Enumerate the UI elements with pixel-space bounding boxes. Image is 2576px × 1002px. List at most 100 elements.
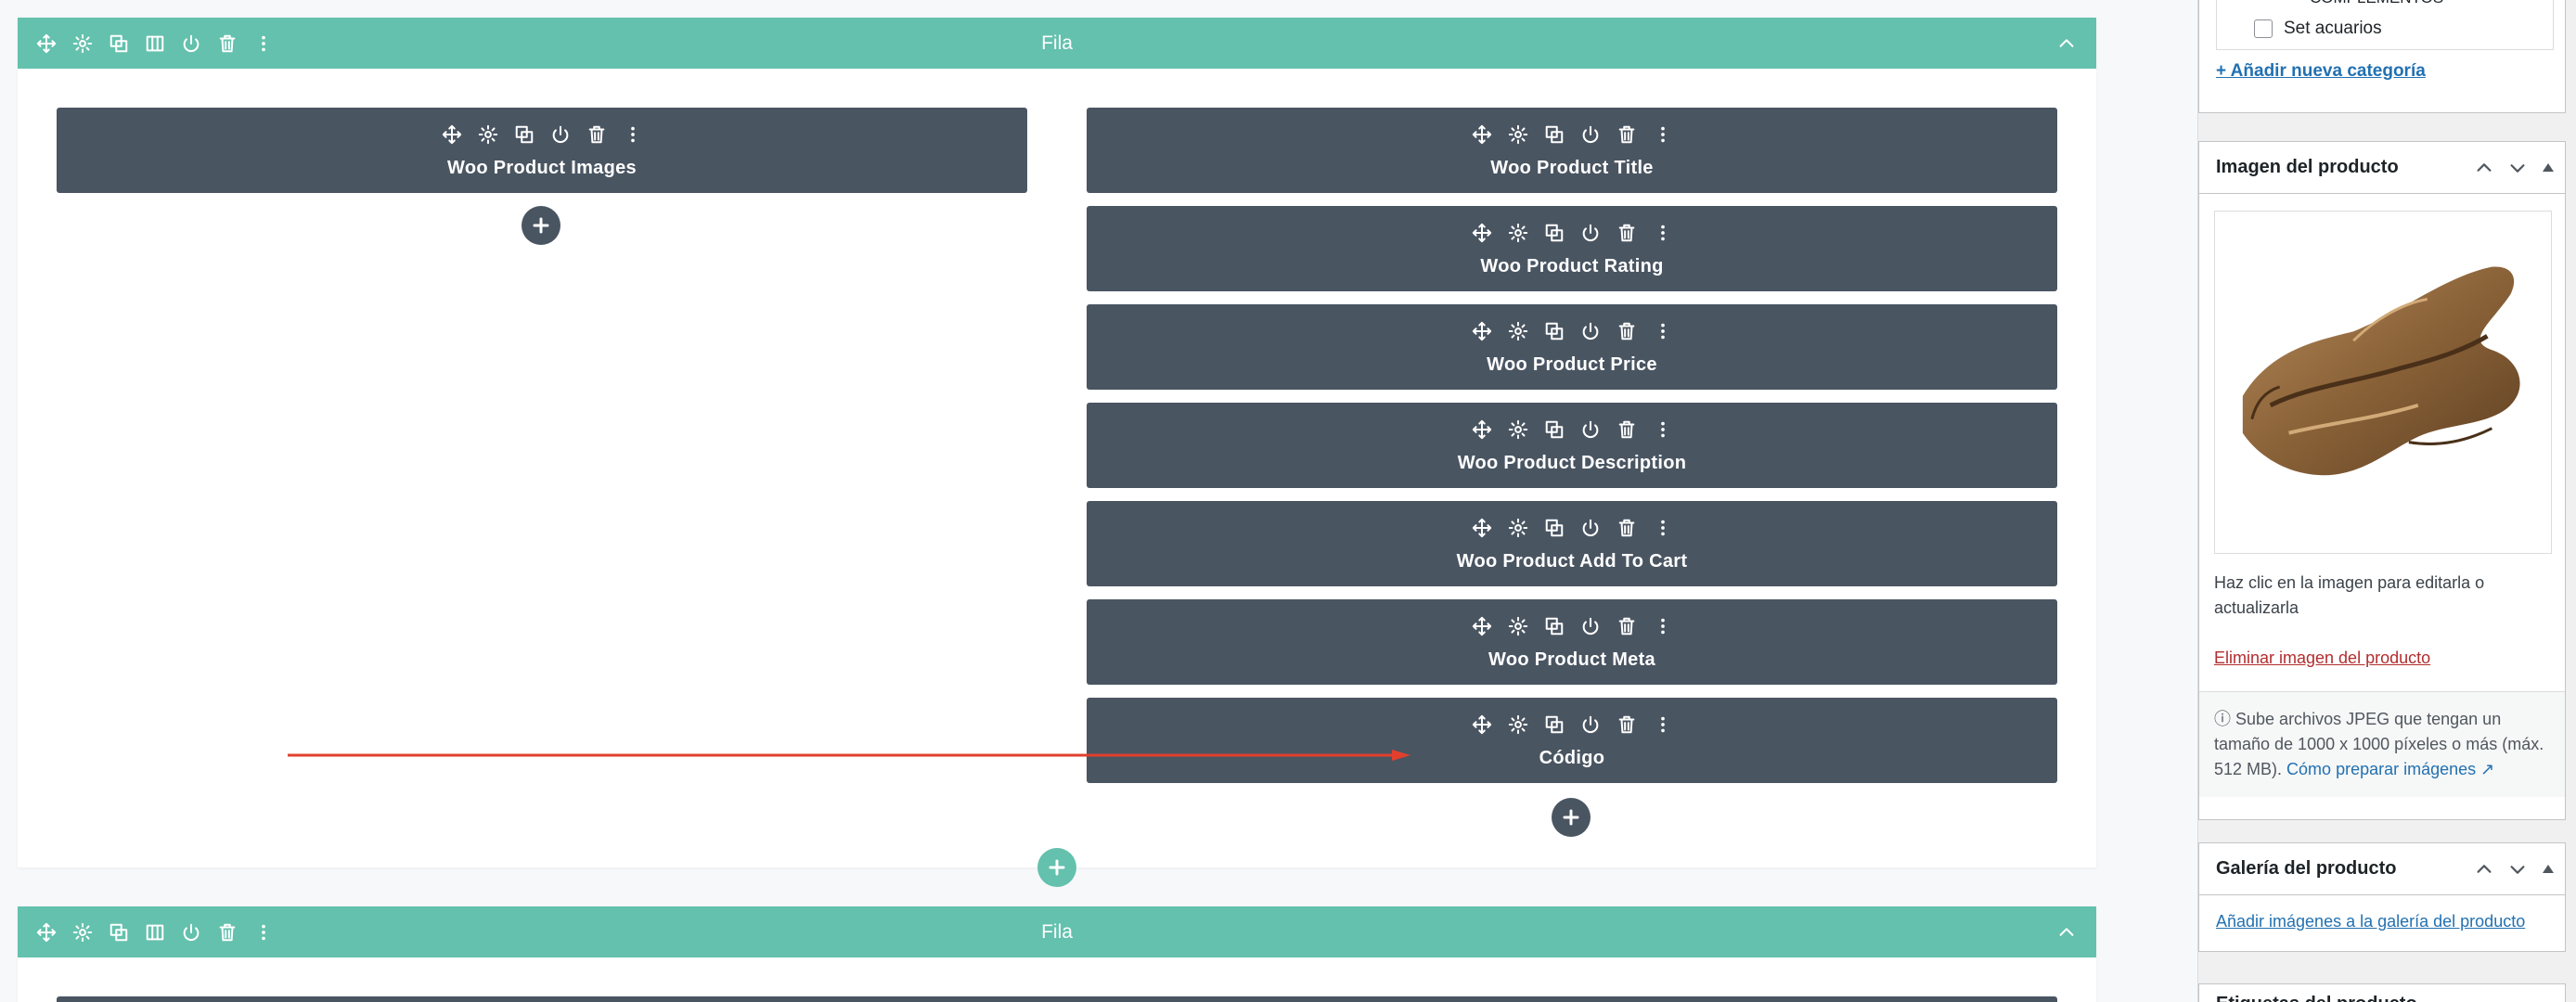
row-2-header[interactable]: Fila bbox=[18, 906, 2096, 957]
columns-icon[interactable] bbox=[143, 32, 166, 55]
more-icon[interactable] bbox=[1651, 713, 1674, 736]
category-checkbox[interactable] bbox=[2254, 19, 2273, 38]
row-1-header[interactable]: Fila bbox=[18, 18, 2096, 69]
module-woo-product-images[interactable]: Woo Product Images bbox=[57, 108, 1027, 193]
tags-title: Etiquetas del producto bbox=[2216, 994, 2417, 1002]
product-image[interactable] bbox=[2214, 211, 2552, 554]
duplicate-icon[interactable] bbox=[107, 920, 130, 944]
power-icon[interactable] bbox=[1578, 614, 1602, 637]
module-woo-product-meta[interactable]: Woo Product Meta bbox=[1087, 599, 2057, 685]
gallery-box: Galería del producto Añadir imágenes a l… bbox=[2198, 842, 2566, 952]
duplicate-icon[interactable] bbox=[1542, 614, 1565, 637]
duplicate-icon[interactable] bbox=[1542, 713, 1565, 736]
gear-icon[interactable] bbox=[1506, 418, 1529, 441]
category-item-set-acuarios[interactable]: Set acuarios bbox=[2254, 19, 2382, 39]
trash-icon[interactable] bbox=[1615, 614, 1638, 637]
module-woo-product-description[interactable]: Woo Product Description bbox=[1087, 403, 2057, 488]
module-woo-product-price[interactable]: Woo Product Price bbox=[1087, 304, 2057, 390]
more-icon[interactable] bbox=[1651, 418, 1674, 441]
power-icon[interactable] bbox=[548, 122, 572, 146]
module-toolbar bbox=[57, 122, 1027, 146]
chevron-down-icon[interactable] bbox=[2507, 158, 2528, 178]
collapse-row-button[interactable] bbox=[2054, 906, 2078, 957]
move-icon[interactable] bbox=[34, 920, 58, 944]
module-c-digo[interactable]: Código bbox=[1087, 698, 2057, 783]
move-icon[interactable] bbox=[1470, 418, 1493, 441]
more-icon[interactable] bbox=[1651, 614, 1674, 637]
add-category-link[interactable]: + Añadir nueva categoría bbox=[2216, 61, 2426, 82]
more-icon[interactable] bbox=[1651, 221, 1674, 244]
move-icon[interactable] bbox=[1470, 713, 1493, 736]
trash-icon[interactable] bbox=[215, 32, 238, 55]
duplicate-icon[interactable] bbox=[107, 32, 130, 55]
move-icon[interactable] bbox=[1470, 516, 1493, 539]
power-icon[interactable] bbox=[1578, 418, 1602, 441]
power-icon[interactable] bbox=[179, 32, 202, 55]
trash-icon[interactable] bbox=[1615, 221, 1638, 244]
module-title: Woo Product Meta bbox=[1488, 649, 1655, 670]
trash-icon[interactable] bbox=[1615, 516, 1638, 539]
module-woo-product-title[interactable]: Woo Product Title bbox=[1087, 108, 2057, 193]
duplicate-icon[interactable] bbox=[1542, 319, 1565, 342]
gear-icon[interactable] bbox=[1506, 122, 1529, 146]
add-module-button[interactable] bbox=[1552, 798, 1591, 837]
remove-product-image-link[interactable]: Eliminar imagen del producto bbox=[2214, 649, 2430, 668]
module-woo-product-add-to-cart[interactable]: Woo Product Add To Cart bbox=[1087, 501, 2057, 586]
sidebar: COMPLEMENTOS Set acuarios + Añadir nueva… bbox=[2197, 0, 2576, 1002]
power-icon[interactable] bbox=[1578, 516, 1602, 539]
module-partial[interactable] bbox=[57, 996, 2057, 1002]
prepare-images-link[interactable]: Cómo preparar imágenes bbox=[2286, 760, 2476, 778]
gear-icon[interactable] bbox=[71, 920, 94, 944]
move-icon[interactable] bbox=[1470, 221, 1493, 244]
more-icon[interactable] bbox=[1651, 122, 1674, 146]
gear-icon[interactable] bbox=[1506, 713, 1529, 736]
more-icon[interactable] bbox=[621, 122, 644, 146]
duplicate-icon[interactable] bbox=[1542, 221, 1565, 244]
chevron-down-icon[interactable] bbox=[2507, 859, 2528, 880]
add-gallery-images-link[interactable]: Añadir imágenes a la galería del product… bbox=[2216, 912, 2525, 931]
duplicate-icon[interactable] bbox=[1542, 122, 1565, 146]
move-icon[interactable] bbox=[440, 122, 463, 146]
more-icon[interactable] bbox=[251, 920, 275, 944]
gear-icon[interactable] bbox=[476, 122, 499, 146]
duplicate-icon[interactable] bbox=[512, 122, 535, 146]
module-toolbar bbox=[1087, 122, 2057, 146]
power-icon[interactable] bbox=[1578, 713, 1602, 736]
duplicate-icon[interactable] bbox=[1542, 418, 1565, 441]
toggle-triangle-icon[interactable] bbox=[2541, 862, 2556, 877]
power-icon[interactable] bbox=[1578, 122, 1602, 146]
trash-icon[interactable] bbox=[1615, 122, 1638, 146]
power-icon[interactable] bbox=[1578, 319, 1602, 342]
more-icon[interactable] bbox=[1651, 319, 1674, 342]
power-icon[interactable] bbox=[1578, 221, 1602, 244]
move-icon[interactable] bbox=[34, 32, 58, 55]
trash-icon[interactable] bbox=[1615, 319, 1638, 342]
trash-icon[interactable] bbox=[1615, 713, 1638, 736]
move-icon[interactable] bbox=[1470, 319, 1493, 342]
move-icon[interactable] bbox=[1470, 614, 1493, 637]
gear-icon[interactable] bbox=[1506, 319, 1529, 342]
more-icon[interactable] bbox=[1651, 516, 1674, 539]
module-woo-product-rating[interactable]: Woo Product Rating bbox=[1087, 206, 2057, 291]
chevron-up-icon[interactable] bbox=[2474, 859, 2494, 880]
chevron-up-icon[interactable] bbox=[2474, 158, 2494, 178]
module-title: Woo Product Title bbox=[1490, 158, 1654, 178]
trash-icon[interactable] bbox=[215, 920, 238, 944]
duplicate-icon[interactable] bbox=[1542, 516, 1565, 539]
add-row-button[interactable] bbox=[1037, 848, 1076, 887]
trash-icon[interactable] bbox=[585, 122, 608, 146]
tags-box: Etiquetas del producto bbox=[2198, 983, 2566, 1002]
gear-icon[interactable] bbox=[71, 32, 94, 55]
gear-icon[interactable] bbox=[1506, 614, 1529, 637]
toggle-triangle-icon[interactable] bbox=[2541, 161, 2556, 175]
collapse-row-button[interactable] bbox=[2054, 18, 2078, 69]
columns-icon[interactable] bbox=[143, 920, 166, 944]
gear-icon[interactable] bbox=[1506, 516, 1529, 539]
move-icon[interactable] bbox=[1470, 122, 1493, 146]
module-title: Woo Product Price bbox=[1487, 354, 1657, 375]
trash-icon[interactable] bbox=[1615, 418, 1638, 441]
add-module-button[interactable] bbox=[522, 206, 560, 245]
power-icon[interactable] bbox=[179, 920, 202, 944]
gear-icon[interactable] bbox=[1506, 221, 1529, 244]
more-icon[interactable] bbox=[251, 32, 275, 55]
